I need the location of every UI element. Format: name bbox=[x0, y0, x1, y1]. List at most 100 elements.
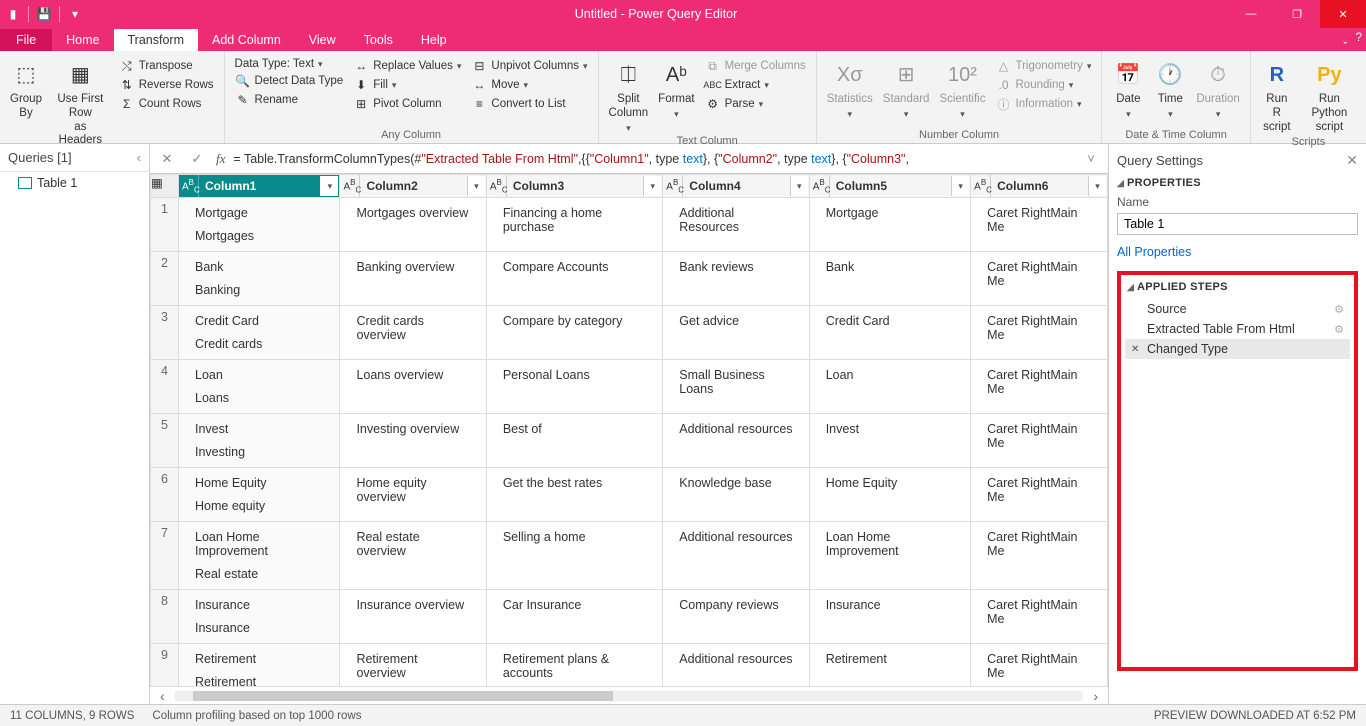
convert-list-button[interactable]: ≡Convert to List bbox=[467, 95, 591, 113]
cancel-formula-button[interactable]: ✕ bbox=[156, 148, 178, 170]
query-name-input[interactable] bbox=[1117, 213, 1358, 235]
type-icon[interactable]: ABC bbox=[179, 175, 199, 197]
data-type-button[interactable]: Data Type: Text bbox=[231, 57, 348, 71]
row-number[interactable]: 5 bbox=[151, 414, 179, 468]
scientific-button[interactable]: 10²Scientific bbox=[935, 57, 989, 122]
type-icon[interactable]: ABC bbox=[971, 175, 991, 197]
data-grid[interactable]: ▦ABCColumn1▾ABCColumn2▾ABCColumn3▾ABCCol… bbox=[150, 174, 1108, 686]
filter-dropdown-icon[interactable]: ▾ bbox=[790, 176, 808, 196]
expand-formula-button[interactable]: ˅ bbox=[1080, 148, 1102, 170]
tab-tools[interactable]: Tools bbox=[350, 29, 407, 51]
unpivot-button[interactable]: ⊟Unpivot Columns bbox=[467, 57, 591, 75]
row-number[interactable]: 7 bbox=[151, 522, 179, 590]
filter-dropdown-icon[interactable]: ▾ bbox=[951, 176, 969, 196]
type-icon[interactable]: ABC bbox=[487, 175, 507, 197]
scroll-left-icon[interactable]: ‹ bbox=[160, 688, 165, 704]
tab-add-column[interactable]: Add Column bbox=[198, 29, 295, 51]
filter-dropdown-icon[interactable]: ▾ bbox=[1088, 176, 1106, 196]
tab-transform[interactable]: Transform bbox=[114, 29, 199, 51]
detect-type-button[interactable]: 🔍Detect Data Type bbox=[231, 72, 348, 90]
table-row[interactable]: 8 InsuranceInsurance Insurance overview … bbox=[151, 590, 1108, 644]
type-icon[interactable]: ABC bbox=[340, 175, 360, 197]
duration-button[interactable]: ⏱Duration bbox=[1192, 57, 1243, 122]
step-changed-type[interactable]: Changed Type bbox=[1125, 339, 1350, 359]
rename-button[interactable]: ✎Rename bbox=[231, 91, 348, 109]
transpose-button[interactable]: ⤭Transpose bbox=[115, 57, 218, 75]
tab-home[interactable]: Home bbox=[52, 29, 113, 51]
row-number[interactable]: 8 bbox=[151, 590, 179, 644]
group-by-button[interactable]: ⬚Group By bbox=[6, 57, 46, 123]
standard-button[interactable]: ⊞Standard bbox=[879, 57, 934, 122]
minimize-button[interactable]: — bbox=[1228, 0, 1274, 28]
parse-button[interactable]: ⚙Parse bbox=[701, 95, 810, 113]
formula-input[interactable]: = Table.TransformColumnTypes(#"Extracted… bbox=[233, 151, 1072, 166]
column-header-1[interactable]: ABCColumn1▾ bbox=[179, 175, 340, 198]
horizontal-scrollbar[interactable]: ‹ › bbox=[150, 686, 1108, 704]
step-source[interactable]: Source⚙ bbox=[1125, 299, 1350, 319]
close-settings-icon[interactable]: ✕ bbox=[1346, 152, 1358, 169]
type-icon[interactable]: ABC bbox=[663, 175, 683, 197]
pivot-button[interactable]: ⊞Pivot Column bbox=[349, 95, 465, 113]
table-row[interactable]: 9 RetirementRetirement Retirement overvi… bbox=[151, 644, 1108, 687]
table-row[interactable]: 5 InvestInvesting Investing overview Bes… bbox=[151, 414, 1108, 468]
gear-icon[interactable]: ⚙ bbox=[1334, 303, 1344, 316]
information-button[interactable]: ⓘInformation bbox=[992, 95, 1096, 113]
commit-formula-button[interactable]: ✓ bbox=[186, 148, 208, 170]
query-item-table1[interactable]: Table 1 bbox=[0, 172, 149, 194]
tab-view[interactable]: View bbox=[295, 29, 350, 51]
help-icon[interactable]: ? bbox=[1355, 30, 1362, 44]
column-header-4[interactable]: ABCColumn4▾ bbox=[663, 175, 809, 198]
table-row[interactable]: 7 Loan Home ImprovementReal estate Real … bbox=[151, 522, 1108, 590]
applied-steps-title[interactable]: APPLIED STEPS bbox=[1125, 281, 1350, 293]
column-header-6[interactable]: ABCColumn6▾ bbox=[971, 175, 1108, 198]
column-header-2[interactable]: ABCColumn2▾ bbox=[340, 175, 486, 198]
statistics-button[interactable]: ΧσStatistics bbox=[823, 57, 877, 122]
scroll-right-icon[interactable]: › bbox=[1093, 688, 1098, 704]
close-button[interactable]: ✕ bbox=[1320, 0, 1366, 28]
tab-file[interactable]: File bbox=[0, 29, 52, 51]
row-number[interactable]: 3 bbox=[151, 306, 179, 360]
maximize-button[interactable]: ❐ bbox=[1274, 0, 1320, 28]
run-r-button[interactable]: RRun R script bbox=[1257, 57, 1297, 136]
merge-columns-button[interactable]: ⧉Merge Columns bbox=[701, 57, 810, 75]
all-properties-link[interactable]: All Properties bbox=[1117, 245, 1358, 259]
type-icon[interactable]: ABC bbox=[810, 175, 830, 197]
trig-button[interactable]: △Trigonometry bbox=[992, 57, 1096, 75]
table-row[interactable]: 2 BankBanking Banking overview Compare A… bbox=[151, 252, 1108, 306]
tab-help[interactable]: Help bbox=[407, 29, 461, 51]
row-number[interactable]: 4 bbox=[151, 360, 179, 414]
select-all-cell[interactable]: ▦ bbox=[151, 175, 179, 198]
table-row[interactable]: 6 Home EquityHome equity Home equity ove… bbox=[151, 468, 1108, 522]
count-rows-button[interactable]: ΣCount Rows bbox=[115, 95, 218, 113]
date-button[interactable]: 📅Date bbox=[1108, 57, 1148, 122]
gear-icon[interactable]: ⚙ bbox=[1334, 323, 1344, 336]
time-button[interactable]: 🕐Time bbox=[1150, 57, 1190, 122]
table-row[interactable]: 4 LoanLoans Loans overview Personal Loan… bbox=[151, 360, 1108, 414]
rounding-button[interactable]: .0Rounding bbox=[992, 76, 1096, 94]
save-icon[interactable]: 💾 bbox=[35, 5, 53, 23]
filter-dropdown-icon[interactable]: ▾ bbox=[643, 176, 661, 196]
row-number[interactable]: 2 bbox=[151, 252, 179, 306]
replace-values-button[interactable]: ↔Replace Values bbox=[349, 57, 465, 75]
row-number[interactable]: 1 bbox=[151, 198, 179, 252]
format-button[interactable]: AᵇFormat bbox=[654, 57, 698, 122]
row-number[interactable]: 9 bbox=[151, 644, 179, 687]
step-extracted[interactable]: Extracted Table From Html⚙ bbox=[1125, 319, 1350, 339]
qat-customize-icon[interactable]: ▾ bbox=[66, 5, 84, 23]
properties-section-title[interactable]: PROPERTIES bbox=[1117, 177, 1358, 189]
fill-button[interactable]: ⬇Fill bbox=[349, 76, 465, 94]
extract-button[interactable]: ABCExtract bbox=[701, 76, 810, 94]
filter-dropdown-icon[interactable]: ▾ bbox=[467, 176, 485, 196]
table-row[interactable]: 1 MortgageMortgages Mortgages overview F… bbox=[151, 198, 1108, 252]
row-number[interactable]: 6 bbox=[151, 468, 179, 522]
collapse-ribbon-icon[interactable]: ˬ bbox=[1343, 30, 1347, 44]
column-header-5[interactable]: ABCColumn5▾ bbox=[809, 175, 970, 198]
filter-dropdown-icon[interactable]: ▾ bbox=[320, 176, 338, 196]
column-header-3[interactable]: ABCColumn3▾ bbox=[486, 175, 662, 198]
reverse-rows-button[interactable]: ⇅Reverse Rows bbox=[115, 76, 218, 94]
collapse-queries-icon[interactable]: ‹ bbox=[137, 150, 141, 165]
split-column-button[interactable]: ⎅Split Column bbox=[605, 57, 653, 135]
table-row[interactable]: 3 Credit CardCredit cards Credit cards o… bbox=[151, 306, 1108, 360]
run-python-button[interactable]: PyRun Python script bbox=[1299, 57, 1360, 136]
move-button[interactable]: ↔Move bbox=[467, 76, 591, 94]
